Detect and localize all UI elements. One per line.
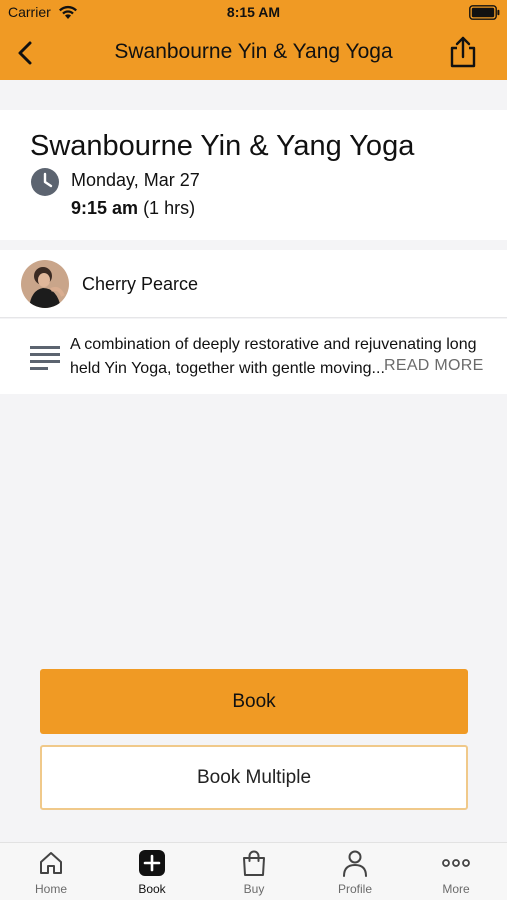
page-title: Swanbourne Yin & Yang Yoga [114, 40, 393, 63]
share-icon[interactable] [447, 35, 479, 69]
chevron-left-icon[interactable] [12, 38, 40, 68]
class-time: 9:15 am (1 hrs) [71, 198, 195, 219]
book-button[interactable]: Book [40, 669, 468, 734]
tab-more[interactable]: More [416, 849, 496, 896]
tab-profile-label: Profile [337, 882, 372, 896]
text-lines-icon [30, 346, 60, 370]
class-header-card: Swanbourne Yin & Yang Yoga Monday, Mar 2… [0, 110, 507, 240]
tab-buy[interactable]: Buy [214, 849, 294, 896]
navigation-bar: Swanbourne Yin & Yang Yoga [0, 26, 507, 80]
tab-home-label: Home [34, 882, 67, 896]
tab-book[interactable]: Book [112, 849, 192, 896]
tab-home[interactable]: Home [11, 849, 91, 896]
class-duration: (1 hrs) [143, 198, 196, 218]
teacher-row[interactable]: Cherry Pearce [0, 250, 507, 318]
tab-bar: Home Book Buy Profile More [0, 842, 507, 900]
home-icon [40, 852, 62, 874]
description-section: A combination of deeply restorative and … [0, 319, 507, 394]
book-multiple-button[interactable]: Book Multiple [40, 745, 468, 810]
battery-icon [469, 5, 500, 20]
class-title: Swanbourne Yin & Yang Yoga [30, 130, 415, 162]
plus-square-icon [139, 850, 165, 876]
teacher-name: Cherry Pearce [82, 274, 199, 294]
read-more-link[interactable]: READ MORE [384, 357, 484, 375]
class-date: Monday, Mar 27 [71, 170, 200, 190]
avatar [21, 260, 69, 308]
shopping-bag-icon [243, 850, 265, 876]
tab-more-label: More [442, 882, 470, 896]
class-start-time: 9:15 am [71, 198, 139, 218]
tab-book-label: Book [138, 882, 166, 896]
more-dots-icon [442, 859, 470, 867]
tab-profile[interactable]: Profile [315, 849, 395, 896]
status-bar: Carrier 8:15 AM [0, 0, 507, 26]
tab-buy-label: Buy [243, 882, 265, 896]
status-time: 8:15 AM [226, 4, 281, 20]
person-icon [343, 850, 367, 877]
clock-icon [31, 168, 59, 196]
